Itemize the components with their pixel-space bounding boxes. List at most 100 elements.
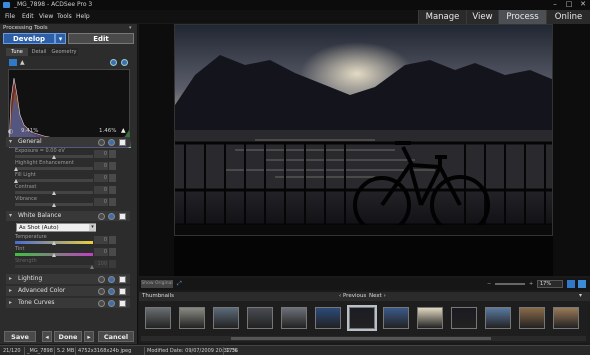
tint-value[interactable]: 0 xyxy=(94,248,108,256)
thumbnail-item[interactable] xyxy=(519,307,545,329)
strength-value[interactable]: 100 xyxy=(94,260,108,268)
warning-icon[interactable]: ▲ xyxy=(20,59,25,66)
reset-icon[interactable] xyxy=(98,212,105,220)
thumbnail-item[interactable] xyxy=(417,307,443,329)
white-balance-section-header[interactable]: ▾ White Balance xyxy=(6,211,130,221)
fill-light-spinner[interactable] xyxy=(109,174,116,182)
fit-view-icon[interactable] xyxy=(567,280,575,288)
show-original-button[interactable]: Show Original xyxy=(141,280,173,288)
fill-light-value[interactable]: 0 xyxy=(94,174,108,182)
thumbnail-item[interactable] xyxy=(315,307,341,329)
vibrance-slider[interactable]: Vibrance 0 xyxy=(14,196,124,207)
done-button[interactable]: Done xyxy=(54,331,82,342)
section-help-icon[interactable] xyxy=(108,299,115,307)
general-enable-checkbox[interactable] xyxy=(119,138,126,146)
menu-help[interactable]: Help xyxy=(76,13,90,20)
fill-light-knob[interactable] xyxy=(14,179,18,183)
reset-icon[interactable] xyxy=(98,287,105,295)
strength-track[interactable] xyxy=(15,265,93,268)
settings-icon[interactable] xyxy=(121,59,128,66)
thumbnail-item[interactable] xyxy=(347,305,377,331)
fill-light-track[interactable] xyxy=(15,179,93,182)
strength-spinner[interactable] xyxy=(109,260,116,268)
tint-knob[interactable] xyxy=(52,253,56,257)
general-section-header[interactable]: ▾ General xyxy=(6,137,130,147)
previous-image-button[interactable]: ◂ xyxy=(42,331,52,342)
thumbnail-item[interactable] xyxy=(247,307,273,329)
section-help-icon[interactable] xyxy=(108,138,115,146)
zoom-out-icon[interactable]: − xyxy=(487,281,491,287)
save-button[interactable]: Save xyxy=(4,331,36,342)
highlight-spinner[interactable] xyxy=(109,162,116,170)
section-help-icon[interactable] xyxy=(108,275,115,283)
tab-manage[interactable]: Manage xyxy=(418,10,466,24)
maximize-button[interactable]: □ xyxy=(562,0,576,9)
contrast-spinner[interactable] xyxy=(109,186,116,194)
actual-size-icon[interactable] xyxy=(578,280,586,288)
scrollbar-thumb[interactable] xyxy=(231,337,491,340)
thumbnail-item[interactable] xyxy=(383,307,409,329)
reset-icon[interactable] xyxy=(98,275,105,283)
save-preset-icon[interactable] xyxy=(9,59,17,66)
edit-button[interactable]: Edit xyxy=(68,33,134,44)
reset-icon[interactable] xyxy=(98,299,105,307)
highlight-slider[interactable]: Highlight Enhancement 0 xyxy=(14,160,124,171)
thumbnails-menu-icon[interactable]: ▾ xyxy=(579,292,582,299)
white-balance-enable-checkbox[interactable] xyxy=(119,212,126,220)
exposure-slider[interactable]: Exposure = 0.00 eV 0 xyxy=(14,148,124,159)
tab-process[interactable]: Process xyxy=(498,10,546,24)
menu-tools[interactable]: Tools xyxy=(57,13,72,20)
section-help-icon[interactable] xyxy=(108,212,115,220)
tab-detail[interactable]: Detail xyxy=(28,48,50,56)
tab-geometry[interactable]: Geometry xyxy=(50,48,78,56)
thumbnail-item[interactable] xyxy=(485,307,511,329)
temperature-spinner[interactable] xyxy=(109,236,116,244)
menu-view[interactable]: View xyxy=(39,13,53,20)
main-photo[interactable] xyxy=(174,24,553,236)
expand-icon[interactable]: ⤢ xyxy=(177,280,182,288)
white-balance-preset-select[interactable]: As Shot (Auto) xyxy=(16,223,96,232)
clip-highlight-icon[interactable]: ▲ xyxy=(121,127,126,134)
highlight-value[interactable]: 0 xyxy=(94,162,108,170)
section-help-icon[interactable] xyxy=(108,287,115,295)
highlight-track[interactable] xyxy=(15,167,93,170)
menu-edit[interactable]: Edit xyxy=(22,13,34,20)
next-image-button[interactable]: ▸ xyxy=(84,331,94,342)
tint-spinner[interactable] xyxy=(109,248,116,256)
contrast-slider[interactable]: Contrast 0 xyxy=(14,184,124,195)
thumbnail-item[interactable] xyxy=(451,307,477,329)
tab-tune[interactable]: Tune xyxy=(6,48,28,56)
thumbnail-item[interactable] xyxy=(281,307,307,329)
next-link[interactable]: Next › xyxy=(369,293,386,299)
vibrance-knob[interactable] xyxy=(52,203,56,207)
tone-curves-enable-checkbox[interactable] xyxy=(119,299,126,307)
strength-slider[interactable]: Strength 100 xyxy=(14,258,124,269)
exposure-knob[interactable] xyxy=(52,155,56,159)
cancel-button[interactable]: Cancel xyxy=(98,331,134,342)
thumbnail-item[interactable] xyxy=(145,307,171,329)
help-icon[interactable] xyxy=(110,59,117,66)
tab-online[interactable]: Online xyxy=(546,10,590,24)
reset-icon[interactable] xyxy=(98,138,105,146)
lighting-enable-checkbox[interactable] xyxy=(119,275,126,283)
develop-button[interactable]: Develop xyxy=(3,33,55,44)
develop-dropdown-button[interactable]: ▾ xyxy=(55,33,66,44)
temperature-slider[interactable]: Temperature 0 xyxy=(14,234,124,245)
panel-menu-icon[interactable]: ▾ xyxy=(129,25,132,31)
thumbnail-item[interactable] xyxy=(179,307,205,329)
tone-curves-section-header[interactable]: ▸ Tone Curves xyxy=(6,298,130,308)
zoom-in-icon[interactable]: + xyxy=(529,281,533,287)
zoom-select[interactable]: 17% xyxy=(537,280,563,288)
exposure-value[interactable]: 0 xyxy=(94,150,108,158)
previous-link[interactable]: ‹ Previous xyxy=(339,293,366,299)
chevron-down-icon[interactable]: ▾ xyxy=(89,224,96,231)
thumbnail-item[interactable] xyxy=(553,307,579,329)
vibrance-spinner[interactable] xyxy=(109,198,116,206)
contrast-value[interactable]: 0 xyxy=(94,186,108,194)
thumbnail-item[interactable] xyxy=(213,307,239,329)
exposure-spinner[interactable] xyxy=(109,150,116,158)
menu-file[interactable]: File xyxy=(5,13,15,20)
thumbnail-scrollbar[interactable] xyxy=(141,336,586,341)
advanced-color-enable-checkbox[interactable] xyxy=(119,287,126,295)
contrast-knob[interactable] xyxy=(52,191,56,195)
